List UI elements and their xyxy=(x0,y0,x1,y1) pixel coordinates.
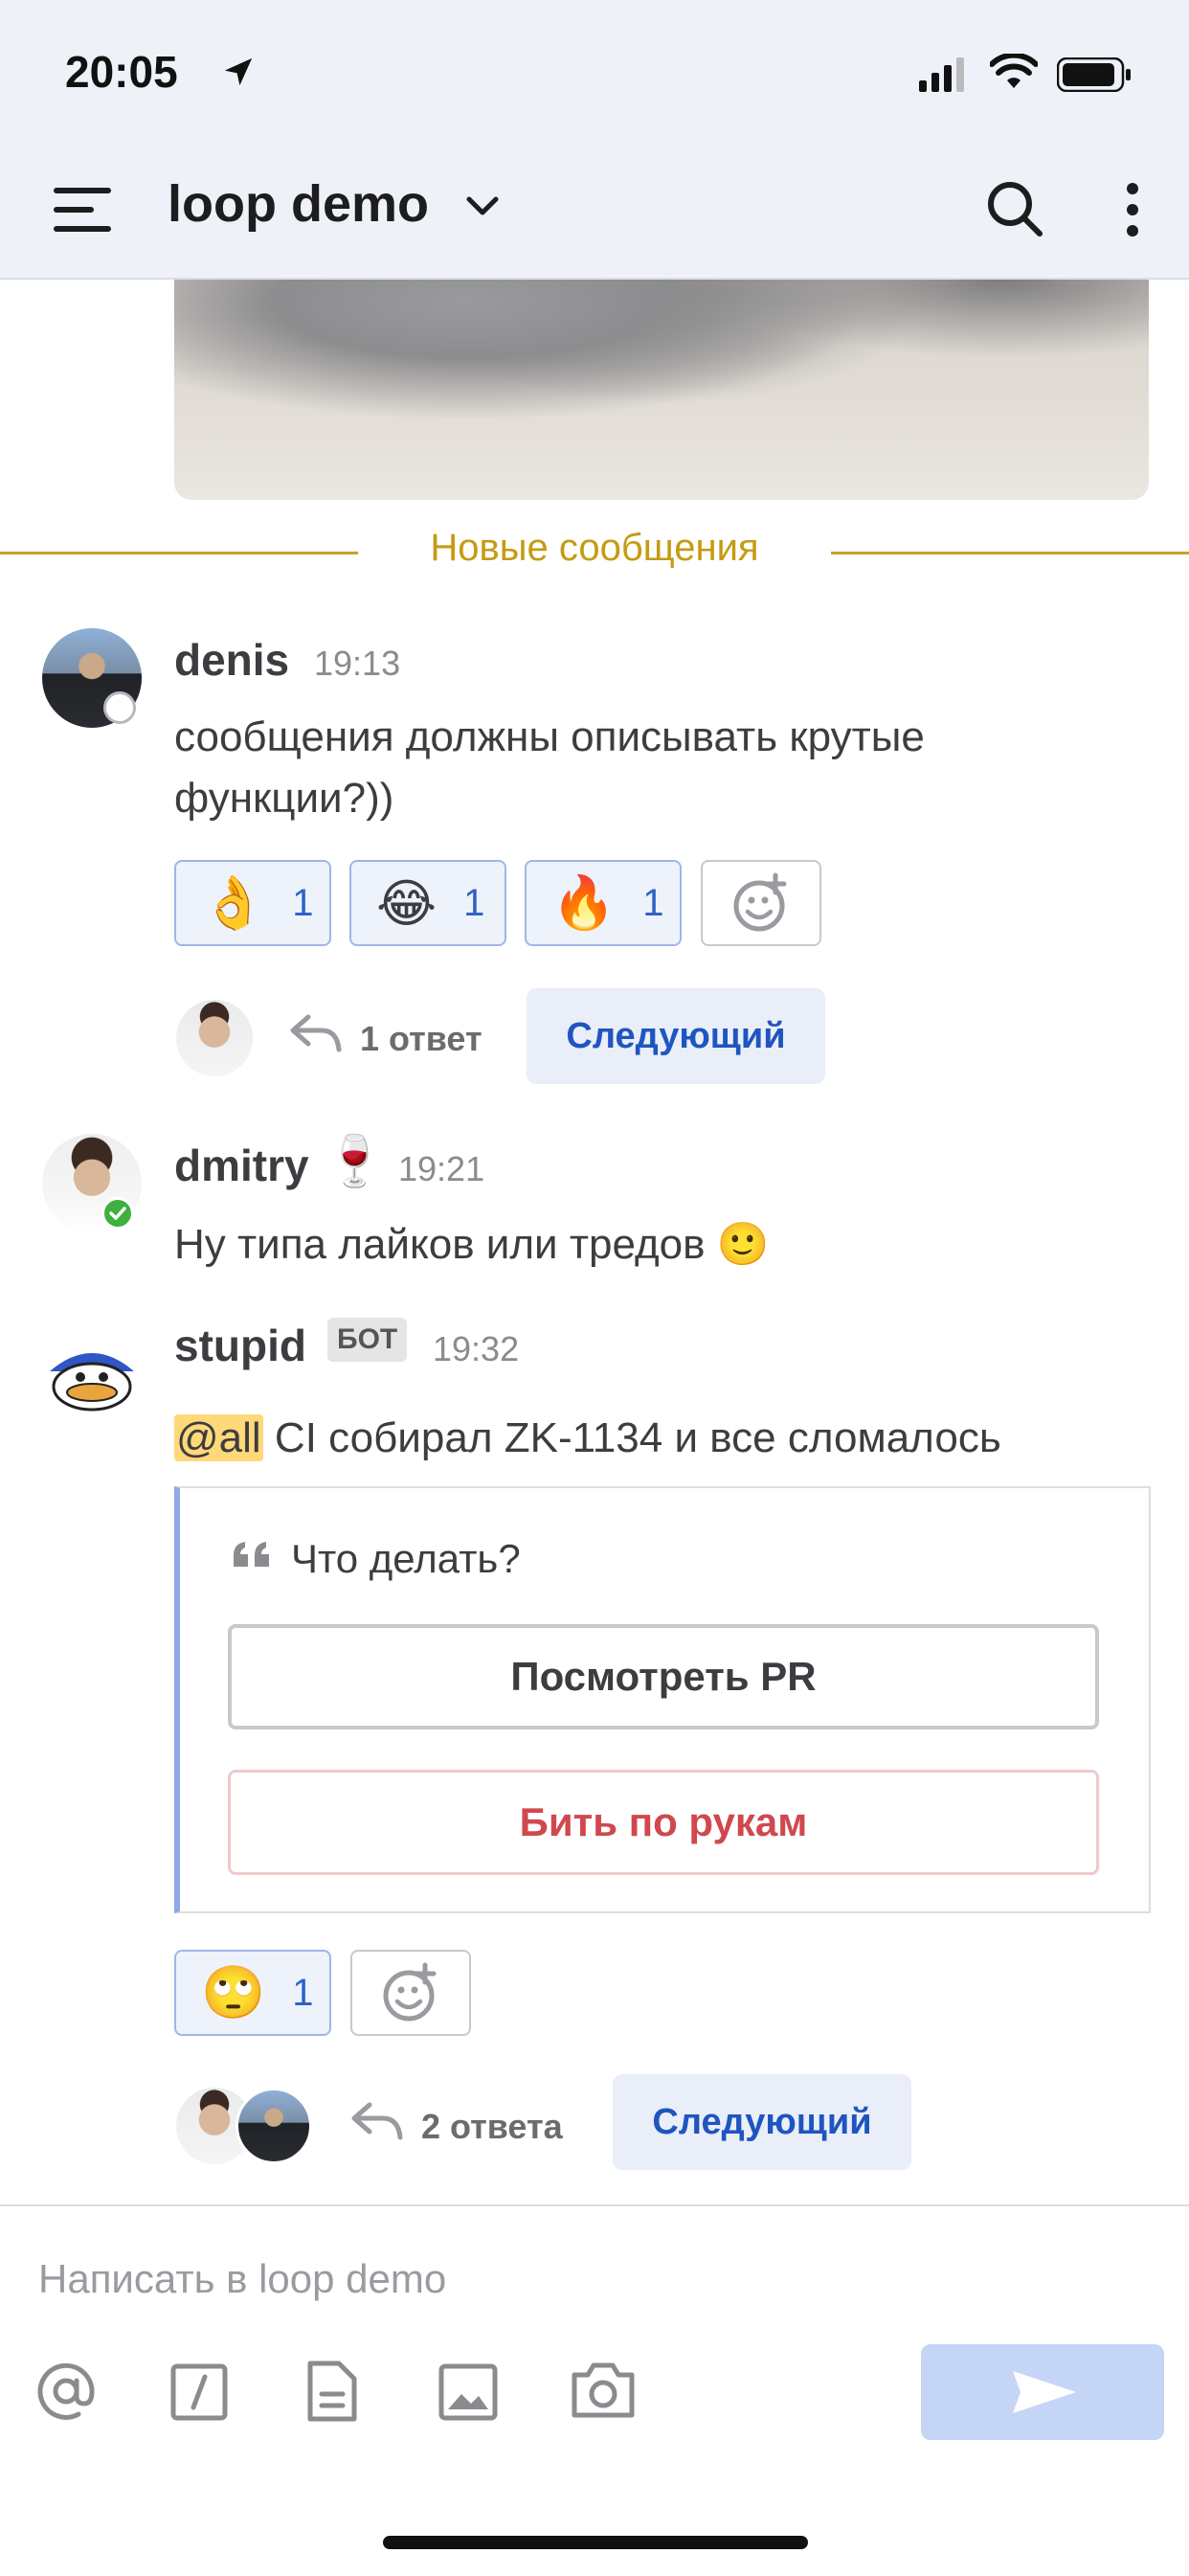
send-icon xyxy=(1013,2371,1076,2413)
send-button[interactable] xyxy=(921,2344,1164,2440)
reply-arrow-icon xyxy=(290,1014,342,1052)
reaction-eye-roll[interactable]: 🙄 1 xyxy=(174,1950,331,2036)
username[interactable]: dmitry xyxy=(174,1140,309,1191)
timestamp[interactable]: 19:21 xyxy=(398,1149,484,1189)
message-input[interactable]: Написать в loop demo xyxy=(38,2256,446,2302)
status-online-icon xyxy=(101,1197,134,1230)
reaction-count: 1 xyxy=(292,1971,314,2014)
at-mention-icon[interactable] xyxy=(34,2360,98,2423)
slash-command-icon[interactable] xyxy=(170,2363,228,2421)
app-header xyxy=(0,0,1189,280)
message-text: Ну типа лайков или тредов 🙂 xyxy=(174,1221,770,1268)
reaction-joy[interactable]: 😂 1 xyxy=(349,860,506,946)
timestamp[interactable]: 19:13 xyxy=(314,644,400,684)
attachment-title: Что делать? xyxy=(291,1536,521,1581)
avatar-stupid-bot[interactable] xyxy=(42,1316,142,1415)
new-messages-line-right xyxy=(831,552,1189,554)
chevron-down-icon[interactable] xyxy=(465,195,500,218)
next-thread-button[interactable]: Следующий xyxy=(527,988,825,1084)
channel-title[interactable]: loop demo xyxy=(168,174,429,234)
user-custom-emoji: 🍷 xyxy=(324,1134,386,1189)
add-reaction-icon xyxy=(733,872,787,932)
thread-participant-avatar xyxy=(236,2088,312,2164)
reaction-emoji: 😂 xyxy=(376,874,437,933)
reaction-emoji: 🙄 xyxy=(201,1963,266,2022)
status-offline-icon xyxy=(103,691,136,724)
location-arrow-icon xyxy=(224,57,253,86)
reaction-count: 1 xyxy=(292,881,314,924)
camera-icon[interactable] xyxy=(571,2360,636,2419)
add-reaction-button[interactable] xyxy=(350,1950,471,2036)
quote-icon xyxy=(234,1542,269,1567)
new-messages-line-left xyxy=(0,552,358,554)
reaction-emoji: 👌 xyxy=(201,873,266,932)
next-thread-button[interactable]: Следующий xyxy=(613,2074,911,2170)
hit-hands-button[interactable]: Бить по рукам xyxy=(228,1770,1099,1875)
reaction-emoji: 🔥 xyxy=(551,873,617,932)
reply-count[interactable]: 2 ответа xyxy=(421,2107,563,2147)
home-indicator xyxy=(383,2536,808,2549)
add-reaction-icon xyxy=(383,1962,437,2022)
timestamp[interactable]: 19:32 xyxy=(433,1329,519,1369)
message-text: сообщения должны описывать крутые функци… xyxy=(174,713,925,822)
username[interactable]: denis xyxy=(174,634,289,686)
cellular-signal-icon xyxy=(919,57,964,92)
thread-participant-avatar xyxy=(176,1000,253,1076)
username[interactable]: stupid xyxy=(174,1320,306,1371)
reaction-count: 1 xyxy=(642,881,664,924)
status-time: 20:05 xyxy=(65,47,178,97)
wifi-icon xyxy=(990,54,1038,88)
reply-count[interactable]: 1 ответ xyxy=(360,1019,482,1059)
reaction-fire[interactable]: 🔥 1 xyxy=(525,860,682,946)
message-text: @all CI собирал ZK-1134 и все сломалось xyxy=(174,1408,1132,1469)
new-messages-label: Новые сообщения xyxy=(364,527,825,570)
message-body: CI собирал ZK-1134 и все сломалось xyxy=(262,1414,1001,1461)
image-attach-icon[interactable] xyxy=(438,2363,498,2421)
file-attach-icon[interactable] xyxy=(306,2360,358,2423)
battery-icon xyxy=(1057,57,1131,92)
search-icon[interactable] xyxy=(986,180,1043,237)
more-options-icon[interactable] xyxy=(1126,182,1139,237)
bot-badge: БОТ xyxy=(327,1318,408,1362)
menu-icon[interactable] xyxy=(54,188,111,232)
interactive-attachment: Что делать? Посмотреть PR Бить по рукам xyxy=(174,1486,1151,1913)
view-pr-button[interactable]: Посмотреть PR xyxy=(228,1624,1099,1729)
reaction-count: 1 xyxy=(463,881,485,924)
mention-all[interactable]: @all xyxy=(174,1414,263,1461)
reaction-ok[interactable]: 👌 1 xyxy=(174,860,331,946)
add-reaction-button[interactable] xyxy=(701,860,821,946)
image-attachment[interactable] xyxy=(174,280,1149,500)
reply-arrow-icon xyxy=(351,2102,403,2140)
